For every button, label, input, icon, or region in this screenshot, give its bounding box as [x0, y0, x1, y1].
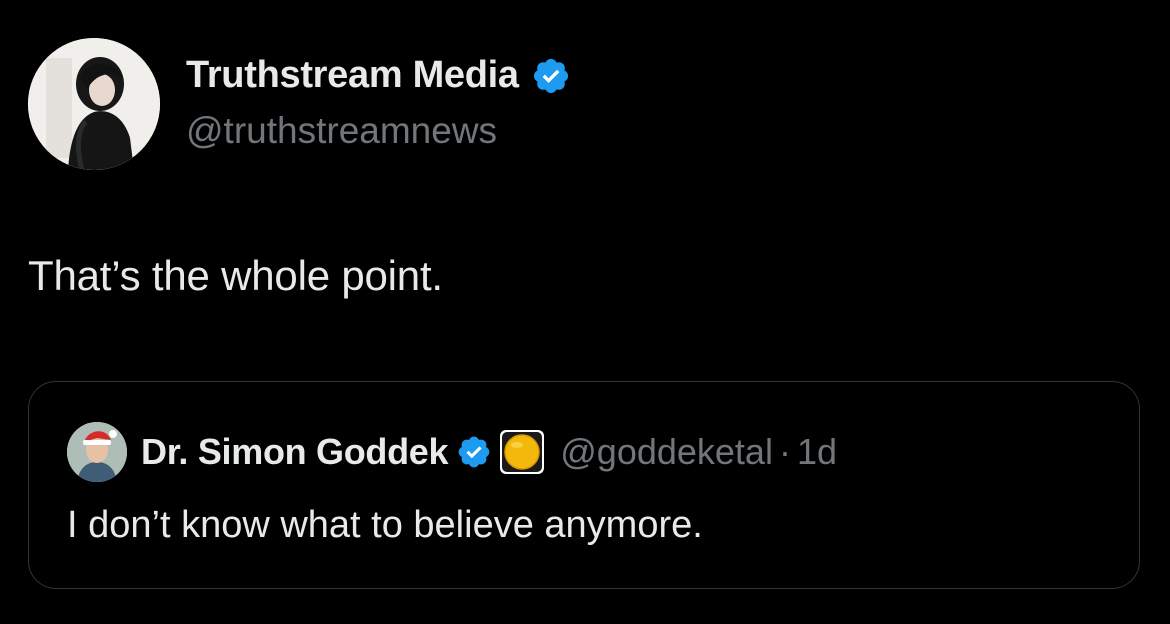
quoted-tweet-timestamp[interactable]: 1d: [797, 431, 837, 473]
tweet-header: Truthstream Media @truthstreamnews: [28, 38, 928, 170]
quoted-tweet-text: I don’t know what to believe anymore.: [67, 504, 703, 546]
verified-badge-icon[interactable]: [531, 56, 571, 96]
author-name[interactable]: Truthstream Media: [186, 54, 519, 97]
tweet-text: That’s the whole point.: [28, 252, 443, 299]
user-photo-avatar-icon: [28, 38, 160, 170]
author-avatar[interactable]: [28, 38, 160, 170]
user-photo-avatar-icon: [67, 422, 127, 482]
quoted-author-name[interactable]: Dr. Simon Goddek: [141, 431, 449, 473]
separator-dot: ·: [778, 431, 791, 472]
yellow-circle-badge-icon[interactable]: [498, 428, 546, 476]
quoted-tweet-header: Dr. Simon Goddek @goddeketal · 1d: [67, 422, 837, 482]
author-handle[interactable]: @truthstreamnews: [186, 110, 497, 152]
verified-badge-icon[interactable]: [456, 434, 492, 470]
quoted-author-avatar[interactable]: [67, 422, 127, 482]
author-name-row: Truthstream Media: [186, 54, 571, 97]
quoted-author-handle[interactable]: @goddeketal: [560, 431, 773, 473]
quoted-tweet-card[interactable]: Dr. Simon Goddek @goddeketal · 1d I don’…: [28, 381, 1140, 589]
